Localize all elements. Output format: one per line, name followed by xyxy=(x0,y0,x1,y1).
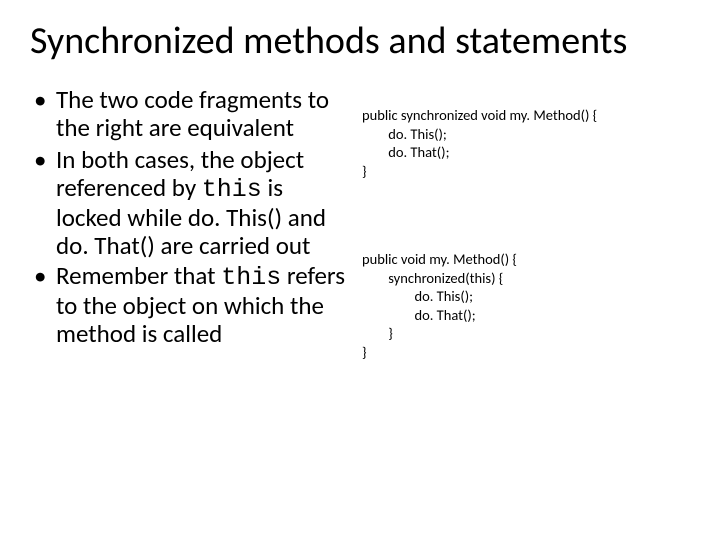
bullet-item: Remember that this refers to the object … xyxy=(30,262,354,348)
bullet-text: The two code fragments to the right are … xyxy=(56,84,329,143)
slide-title: Synchronized methods and statements xyxy=(30,18,690,64)
bullet-mono: this xyxy=(202,175,262,204)
bullet-text: Remember that xyxy=(56,260,221,291)
bullet-column: The two code fragments to the right are … xyxy=(30,86,360,361)
bullet-list: The two code fragments to the right are … xyxy=(30,86,354,348)
code-fragment-1: public synchronized void my. Method() { … xyxy=(362,106,690,180)
code-fragment-2: public void my. Method() { synchronized(… xyxy=(362,250,690,361)
bullet-mono: this xyxy=(221,263,281,292)
slide-body: The two code fragments to the right are … xyxy=(30,86,690,361)
bullet-item: The two code fragments to the right are … xyxy=(30,86,354,144)
slide: Synchronized methods and statements The … xyxy=(0,0,720,540)
bullet-item: In both cases, the object referenced by … xyxy=(30,146,354,260)
code-column: public synchronized void my. Method() { … xyxy=(360,86,690,361)
